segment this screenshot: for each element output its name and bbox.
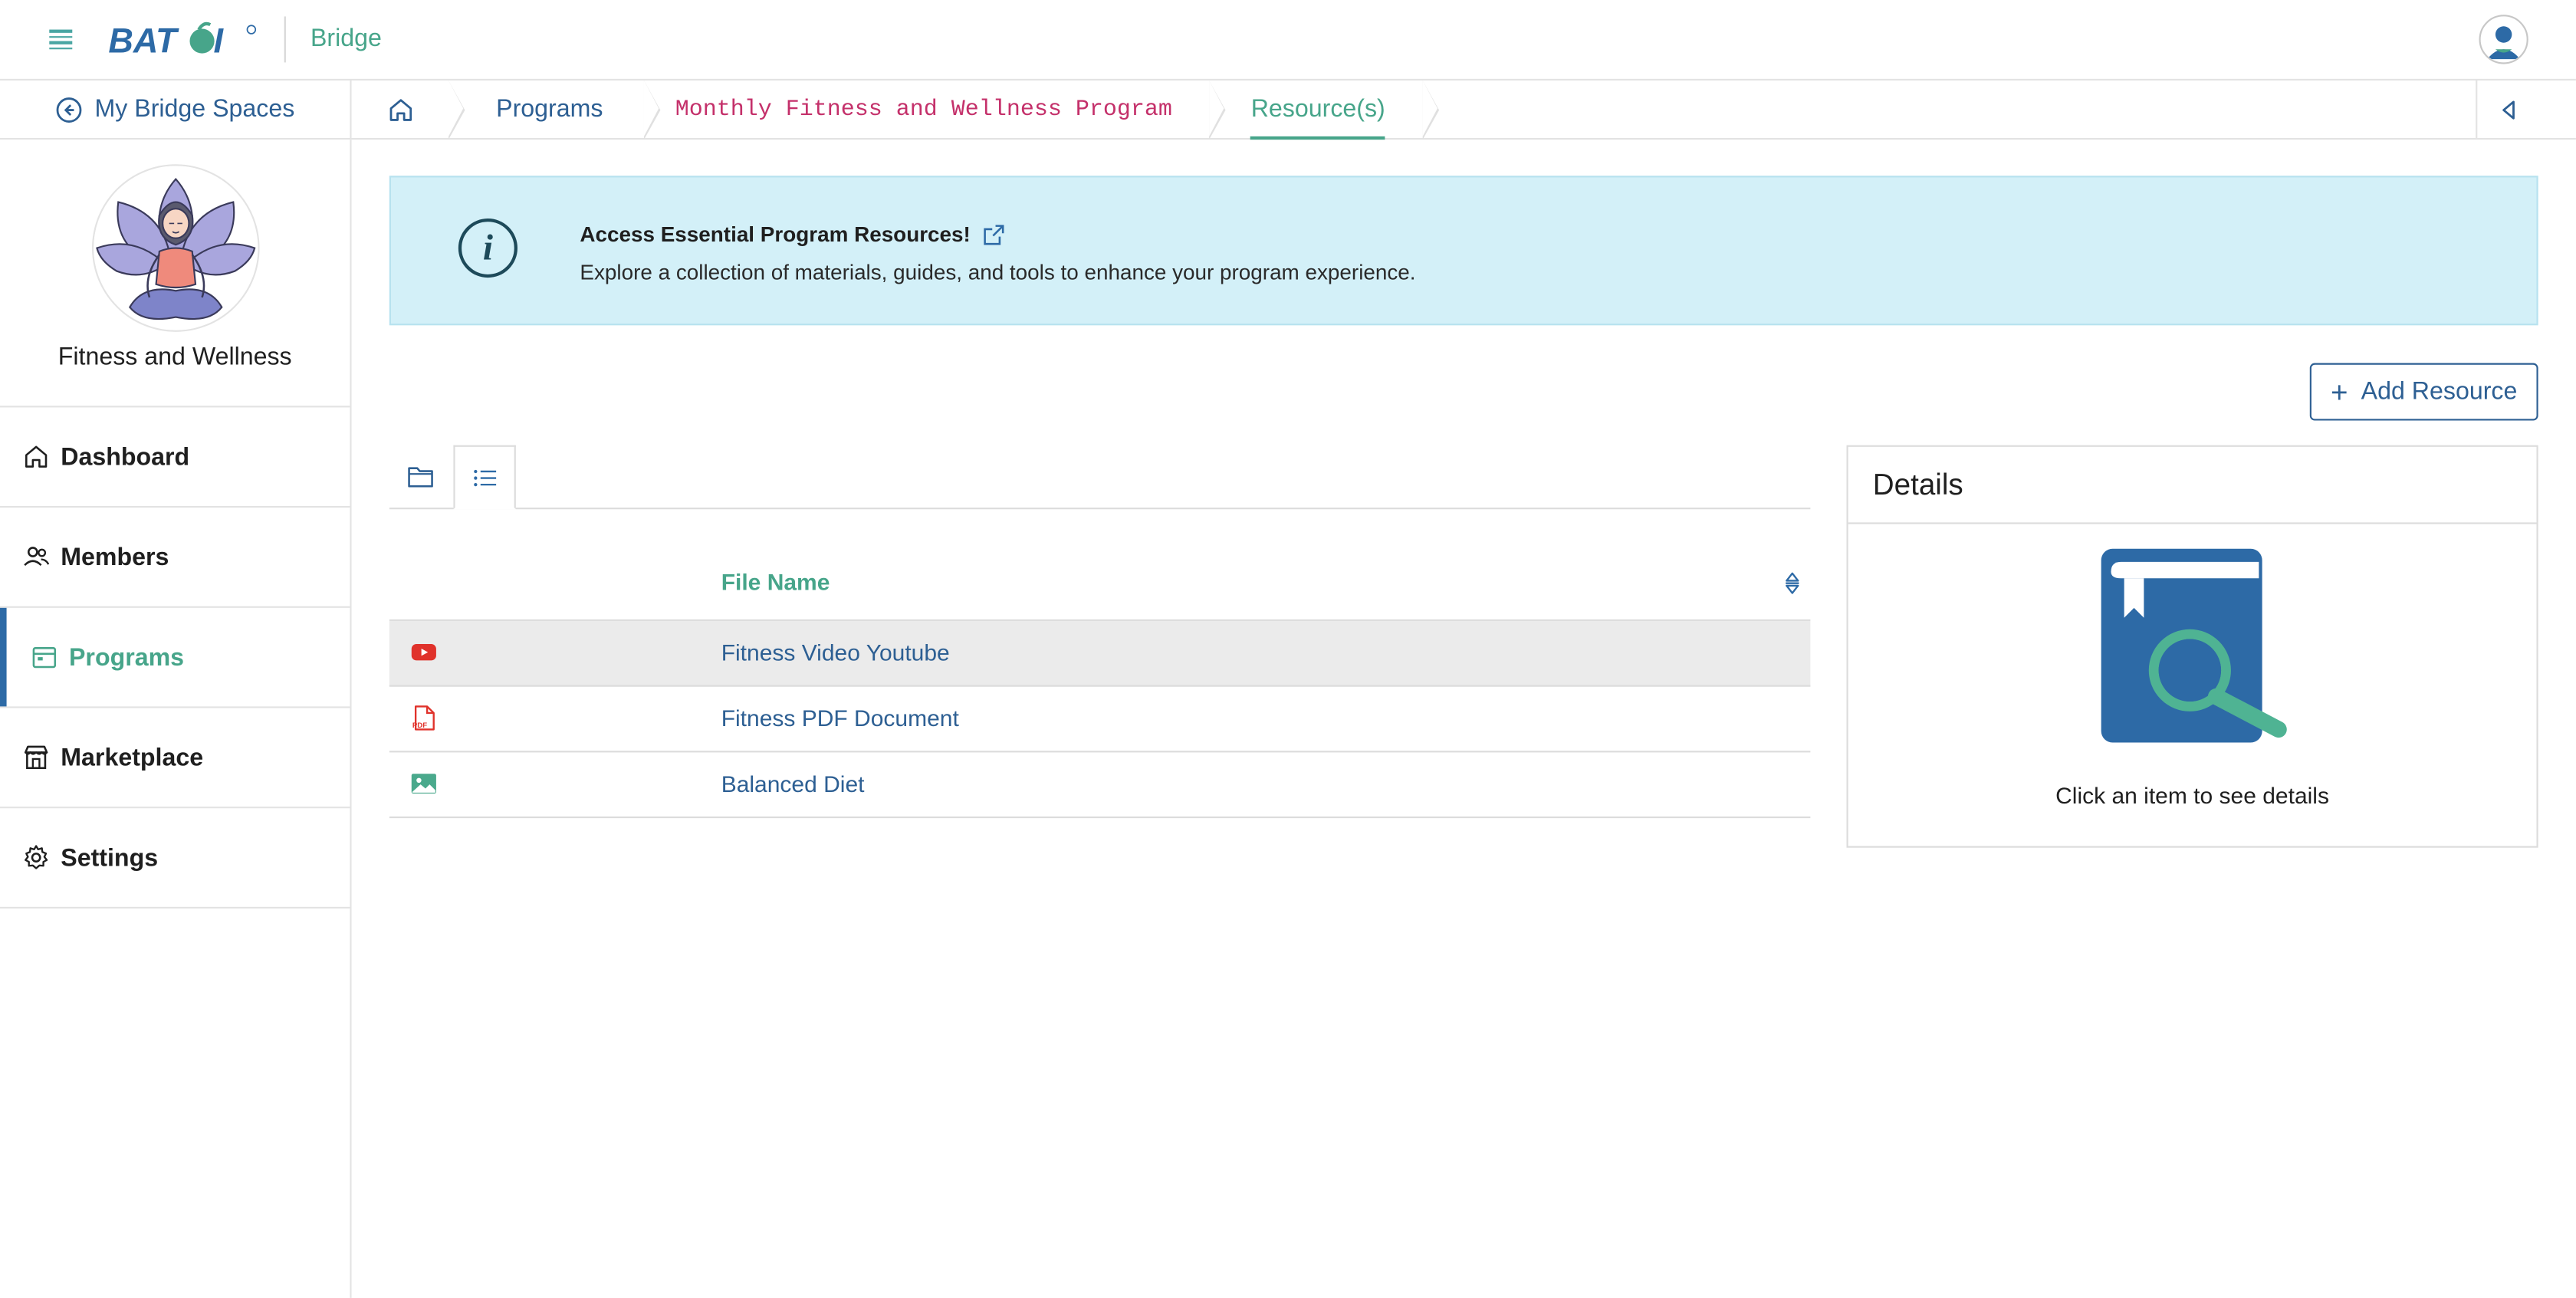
store-icon [24, 745, 48, 770]
home-icon [389, 98, 412, 120]
image-icon [411, 774, 436, 794]
sort-icon[interactable] [1784, 570, 1800, 596]
svg-text:BAT: BAT [108, 21, 179, 58]
youtube-icon [411, 643, 436, 661]
view-toggle [389, 445, 1811, 510]
space-avatar [91, 164, 260, 332]
calendar-icon [32, 647, 57, 669]
external-link-icon[interactable] [982, 222, 1005, 245]
collapse-panel-button[interactable] [2476, 80, 2540, 138]
file-name: Balanced Diet [721, 770, 865, 797]
sidebar-item-dashboard[interactable]: Dashboard [0, 407, 350, 508]
top-bar: BAT I Bridge [0, 0, 2576, 81]
folder-icon [408, 467, 433, 488]
back-to-spaces-link[interactable]: My Bridge Spaces [0, 80, 352, 138]
book-search-icon [2101, 548, 2287, 743]
pdf-icon: PDF [412, 705, 435, 731]
details-title: Details [1848, 447, 2537, 524]
batoi-logo[interactable]: BAT I [108, 20, 259, 59]
users-icon [24, 547, 50, 567]
sidebar-item-label: Programs [68, 642, 185, 672]
sidebar-item-members[interactable]: Members [0, 508, 350, 608]
gear-icon [25, 845, 48, 869]
arrow-left-circle-icon [55, 97, 81, 122]
details-panel: Details Click an item to see details [1846, 445, 2538, 848]
sidebar-item-programs[interactable]: Programs [0, 607, 350, 708]
breadcrumb-program-name[interactable]: Monthly Fitness and Wellness Program [646, 80, 1227, 140]
home-icon [25, 445, 48, 468]
folder-view-tab[interactable] [389, 445, 452, 508]
resource-table: File Name Fitness Video Youtube PDF Fitn… [389, 547, 1811, 819]
sidebar-item-marketplace[interactable]: Marketplace [0, 708, 350, 809]
file-name: Fitness PDF Document [721, 705, 959, 731]
sidebar-item-label: Members [61, 543, 169, 571]
sidebar-item-label: Settings [61, 843, 159, 872]
add-resource-button[interactable]: + Add Resource [2309, 363, 2538, 421]
details-hint: Click an item to see details [2055, 781, 2329, 809]
sidebar-item-label: Dashboard [61, 442, 190, 471]
table-row[interactable]: PDF Fitness PDF Document [389, 687, 1811, 753]
svg-text:I: I [214, 21, 225, 58]
list-icon [473, 468, 496, 486]
back-link-label: My Bridge Spaces [94, 95, 295, 123]
banner-description: Explore a collection of materials, guide… [580, 259, 1416, 284]
breadcrumb-resources[interactable]: Resource(s) [1211, 80, 1439, 140]
plus-icon: + [2330, 375, 2348, 409]
sidebar-item-settings[interactable]: Settings [0, 808, 350, 909]
sidebar-nav: Dashboard Members Programs Marketplace S… [0, 406, 350, 909]
column-header-file-name[interactable]: File Name [721, 568, 830, 594]
info-icon: i [458, 218, 518, 278]
add-resource-label: Add Resource [2361, 377, 2518, 406]
sidebar: Fitness and Wellness Dashboard Members P… [0, 140, 352, 1298]
file-name: Fitness Video Youtube [721, 639, 950, 665]
breadcrumb: Programs Monthly Fitness and Wellness Pr… [352, 80, 1439, 140]
space-name: Fitness and Wellness [58, 343, 292, 372]
table-header: File Name [389, 547, 1811, 621]
list-view-tab[interactable] [453, 445, 516, 510]
breadcrumb-programs[interactable]: Programs [450, 80, 661, 140]
menu-icon[interactable] [49, 26, 73, 50]
breadcrumb-bar: My Bridge Spaces Programs Monthly Fitnes… [0, 80, 2576, 140]
app-name: Bridge [310, 25, 382, 53]
header-divider [284, 16, 286, 63]
user-avatar[interactable] [2479, 15, 2528, 64]
breadcrumb-home[interactable] [352, 80, 465, 140]
banner-title: Access Essential Program Resources! [580, 222, 1004, 246]
sidebar-item-label: Marketplace [61, 743, 204, 772]
info-banner: i Access Essential Program Resources! Ex… [389, 176, 2538, 326]
svg-text:PDF: PDF [412, 721, 427, 730]
table-row[interactable]: Fitness Video Youtube [389, 620, 1811, 687]
table-row[interactable]: Balanced Diet [389, 752, 1811, 819]
triangle-left-icon [2502, 100, 2515, 119]
